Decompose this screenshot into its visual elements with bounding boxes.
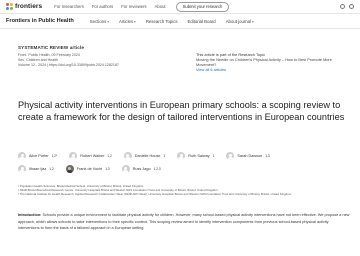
avatar-icon bbox=[18, 152, 26, 160]
intro-text: Schools provide a unique environment to … bbox=[18, 213, 350, 230]
header-tools bbox=[340, 4, 354, 9]
author-affiliation-marker: 1 bbox=[163, 154, 166, 158]
avatar-icon bbox=[69, 152, 78, 160]
author[interactable]: Sarah Dawson 1,3 bbox=[226, 152, 270, 160]
research-topic-box: This article is part of the Research Top… bbox=[196, 52, 346, 73]
author-name: Robert Walker bbox=[80, 154, 105, 158]
author[interactable]: Ruth Salway 1 bbox=[177, 152, 214, 160]
journal-nav-items: Sections Articles Research Topics Editor… bbox=[90, 19, 254, 24]
logo-dot-green bbox=[10, 7, 13, 10]
author-row: Alice Porter 1,2* Robert Walker 1,2 Daniel… bbox=[18, 152, 348, 160]
author[interactable]: Robert Walker 1,2 bbox=[69, 152, 112, 160]
author-affiliation-marker: 1,2 bbox=[49, 167, 54, 171]
nav-editorial-board[interactable]: Editorial Board bbox=[188, 19, 216, 24]
top-link-reviewers[interactable]: For reviewers bbox=[121, 4, 146, 9]
author-name: Alice Porter bbox=[29, 154, 49, 158]
author-name: Danielle House bbox=[134, 154, 161, 158]
author-affiliation-marker: 1 bbox=[212, 154, 215, 158]
author-affiliation-marker: 1,2* bbox=[51, 154, 58, 158]
top-links: For researchers For authors For reviewer… bbox=[54, 4, 165, 9]
author-affiliation-marker: 1,2,3 bbox=[153, 167, 161, 171]
author-name: Russ Jago bbox=[132, 167, 151, 171]
article-meta: SYSTEMATIC REVIEW article Front. Public … bbox=[18, 45, 168, 68]
author[interactable]: Russ Jago 1,2,3 bbox=[121, 165, 161, 173]
view-all-articles-link[interactable]: View all 6 articles bbox=[196, 67, 346, 73]
article-title: Physical activity interventions in Europ… bbox=[18, 100, 345, 122]
logo-dot-yellow bbox=[10, 3, 13, 6]
site-header: frontiers For researchers For authors Fo… bbox=[0, 0, 360, 14]
avatar-icon bbox=[121, 165, 130, 173]
logo-dot-red bbox=[6, 3, 9, 6]
author[interactable]: Alice Porter 1,2* bbox=[18, 152, 57, 160]
affiliations: ¹ Population Health Sciences, Bristol Me… bbox=[18, 184, 348, 196]
top-link-researchers[interactable]: For researchers bbox=[54, 4, 84, 9]
account-icon[interactable] bbox=[349, 4, 354, 9]
author-affiliation-marker: 1,3 bbox=[265, 154, 270, 158]
affiliation-line: ³ The National Institute for Health Rese… bbox=[18, 192, 292, 196]
nav-about-journal[interactable]: About journal bbox=[226, 19, 254, 24]
intro-heading: Introduction: bbox=[18, 213, 42, 217]
doi-line[interactable]: Volume 12 - 2024 | https://doi.org/10.33… bbox=[18, 63, 168, 68]
nav-articles[interactable]: Articles bbox=[119, 19, 136, 24]
top-link-about[interactable]: About bbox=[155, 4, 166, 9]
frontiers-logo[interactable]: frontiers bbox=[6, 3, 42, 10]
author-list: Alice Porter 1,2* Robert Walker 1,2 Daniel… bbox=[18, 152, 348, 178]
logo-icon bbox=[6, 3, 13, 10]
avatar-icon bbox=[226, 152, 235, 160]
author[interactable]: Ilhaan Ijaz 1,2 bbox=[18, 165, 54, 173]
search-icon[interactable] bbox=[340, 4, 345, 9]
author[interactable]: Danielle House 1 bbox=[123, 152, 166, 160]
author-name: Frank de Vocht bbox=[76, 167, 103, 171]
abstract-introduction: Introduction: Schools provide a unique e… bbox=[18, 212, 350, 232]
author-name: Sarah Dawson bbox=[237, 154, 263, 158]
avatar-icon bbox=[18, 165, 26, 173]
logo-text: frontiers bbox=[15, 3, 43, 10]
journal-name[interactable]: Frontiers in Public Health bbox=[6, 18, 74, 24]
author-photo bbox=[65, 165, 74, 173]
author[interactable]: Frank de Vocht 1,3 bbox=[65, 165, 110, 173]
avatar-icon bbox=[177, 152, 186, 160]
author-name: Ilhaan Ijaz bbox=[29, 167, 47, 171]
author-row: Ilhaan Ijaz 1,2 Frank de Vocht 1,3 Russ Ja… bbox=[18, 165, 348, 173]
nav-sections[interactable]: Sections bbox=[90, 19, 109, 24]
top-link-authors[interactable]: For authors bbox=[92, 4, 113, 9]
nav-research-topics[interactable]: Research Topics bbox=[146, 19, 178, 24]
author-affiliation-marker: 1,2 bbox=[107, 154, 112, 158]
logo-dot-blue bbox=[6, 7, 9, 10]
article-type: SYSTEMATIC REVIEW article bbox=[18, 45, 84, 50]
avatar-icon bbox=[123, 152, 132, 160]
author-name: Ruth Salway bbox=[188, 154, 210, 158]
author-affiliation-marker: 1,3 bbox=[105, 167, 110, 171]
research-topic-title[interactable]: Moving the Needle on Children's Physical… bbox=[196, 57, 346, 67]
submit-research-button[interactable]: Submit your research bbox=[175, 1, 230, 12]
journal-nav: Frontiers in Public Health Sections Arti… bbox=[0, 14, 360, 29]
